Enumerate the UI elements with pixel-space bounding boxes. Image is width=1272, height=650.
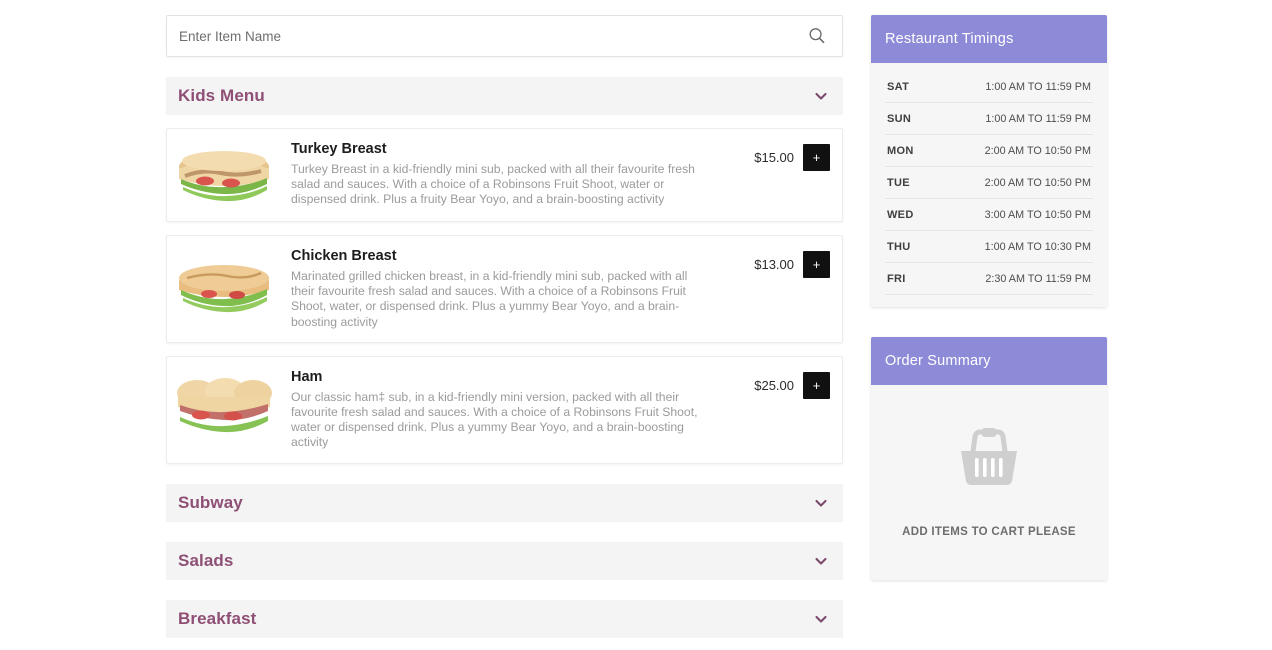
timing-day: WED <box>887 209 914 221</box>
timings-panel-header: Restaurant Timings <box>871 15 1107 63</box>
menu-item-price: $25.00 <box>754 377 794 393</box>
timings-list: SAT 1:00 AM TO 11:59 PM SUN 1:00 AM TO 11… <box>871 63 1107 307</box>
add-to-cart-button[interactable]: + <box>803 371 830 399</box>
shopping-basket-icon <box>949 421 1029 502</box>
chevron-down-icon[interactable] <box>813 88 829 104</box>
timing-hours: 1:00 AM TO 11:59 PM <box>985 113 1091 125</box>
chevron-down-icon[interactable] <box>813 553 829 569</box>
timing-hours: 2:30 AM TO 11:59 PM <box>985 273 1091 285</box>
category-header-subway[interactable]: Subway <box>166 483 843 522</box>
menu-item-description: Marinated grilled chicken breast, in a k… <box>291 269 688 329</box>
menu-item-card[interactable]: Ham Our classic ham‡ sub, in a kid-frien… <box>166 355 843 464</box>
category-header-breakfast[interactable]: Breakfast <box>166 599 843 638</box>
menu-item-image <box>175 250 273 316</box>
timing-day: THU <box>887 241 911 253</box>
menu-item-name: Turkey Breast <box>291 141 387 157</box>
restaurant-timings-panel: Restaurant Timings SAT 1:00 AM TO 11:59 … <box>871 15 1107 307</box>
category-header-salads[interactable]: Salads <box>166 541 843 580</box>
menu-item-name: Chicken Breast <box>291 248 397 264</box>
add-to-cart-button[interactable]: + <box>803 251 830 278</box>
timing-hours: 2:00 AM TO 10:50 PM <box>984 145 1091 157</box>
menu-column: Kids Menu Turkey Breast Turkey Breast in… <box>166 15 843 650</box>
category-title: Salads <box>178 550 234 570</box>
timing-hours: 1:00 AM TO 10:30 PM <box>984 241 1091 253</box>
empty-cart-message: ADD ITEMS TO CART PLEASE <box>902 526 1076 538</box>
menu-item-actions: $13.00 + <box>754 246 830 278</box>
timing-hours: 3:00 AM TO 10:50 PM <box>984 209 1091 221</box>
sidebar-column: Restaurant Timings SAT 1:00 AM TO 11:59 … <box>871 15 1107 650</box>
menu-item-text: Chicken Breast Marinated grilled chicken… <box>291 246 754 330</box>
timing-row: FRI 2:30 AM TO 11:59 PM <box>885 263 1093 295</box>
menu-item-image <box>175 143 273 209</box>
order-summary-header: Order Summary <box>871 337 1107 385</box>
menu-item-text: Turkey Breast Turkey Breast in a kid-fri… <box>291 139 754 208</box>
chevron-down-icon[interactable] <box>813 611 829 627</box>
menu-item-price: $15.00 <box>754 150 794 165</box>
order-summary-panel: Order Summary ADD ITEMS TO CART PLEASE <box>871 337 1107 580</box>
category-list: Kids Menu Turkey Breast Turkey Breast in… <box>166 77 843 638</box>
timing-day: SUN <box>887 113 912 125</box>
timing-row: WED 3:00 AM TO 10:50 PM <box>885 199 1093 231</box>
timing-day: SAT <box>887 81 910 93</box>
search-icon[interactable] <box>805 24 829 48</box>
menu-item-text: Ham Our classic ham‡ sub, in a kid-frien… <box>291 367 754 451</box>
order-summary-body: ADD ITEMS TO CART PLEASE <box>871 385 1107 580</box>
timings-panel-title: Restaurant Timings <box>885 31 1014 47</box>
timing-hours: 2:00 AM TO 10:50 PM <box>984 177 1091 189</box>
timing-day: MON <box>887 145 914 157</box>
app-root: Kids Menu Turkey Breast Turkey Breast in… <box>0 0 1272 650</box>
menu-item-description: Turkey Breast in a kid-friendly mini sub… <box>291 162 695 207</box>
order-summary-title: Order Summary <box>885 353 991 369</box>
menu-item-card[interactable]: Chicken Breast Marinated grilled chicken… <box>166 235 843 343</box>
search-bar[interactable] <box>166 15 843 57</box>
menu-item-name: Ham <box>291 368 323 385</box>
timing-row: SUN 1:00 AM TO 11:59 PM <box>885 103 1093 135</box>
menu-item-actions: $15.00 + <box>754 139 830 171</box>
category-title: Breakfast <box>178 608 257 628</box>
timing-row: SAT 1:00 AM TO 11:59 PM <box>885 71 1093 103</box>
menu-item-price: $13.00 <box>754 257 794 272</box>
category-title: Subway <box>178 492 243 512</box>
add-to-cart-button[interactable]: + <box>803 144 830 171</box>
timing-row: TUE 2:00 AM TO 10:50 PM <box>885 167 1093 199</box>
timing-row: THU 1:00 AM TO 10:30 PM <box>885 231 1093 263</box>
timing-row: MON 2:00 AM TO 10:50 PM <box>885 135 1093 167</box>
menu-item-card[interactable]: Turkey Breast Turkey Breast in a kid-fri… <box>166 128 843 222</box>
timing-hours: 1:00 AM TO 11:59 PM <box>985 81 1091 93</box>
search-input[interactable] <box>167 16 842 56</box>
menu-item-actions: $25.00 + <box>754 367 830 399</box>
timing-day: FRI <box>887 273 906 285</box>
category-title: Kids Menu <box>178 86 265 105</box>
timing-day: TUE <box>887 177 910 189</box>
menu-item-description: Our classic ham‡ sub, in a kid-friendly … <box>291 389 698 450</box>
chevron-down-icon[interactable] <box>813 495 829 511</box>
menu-item-image <box>175 371 273 437</box>
category-header-kids-menu[interactable]: Kids Menu <box>166 77 843 115</box>
